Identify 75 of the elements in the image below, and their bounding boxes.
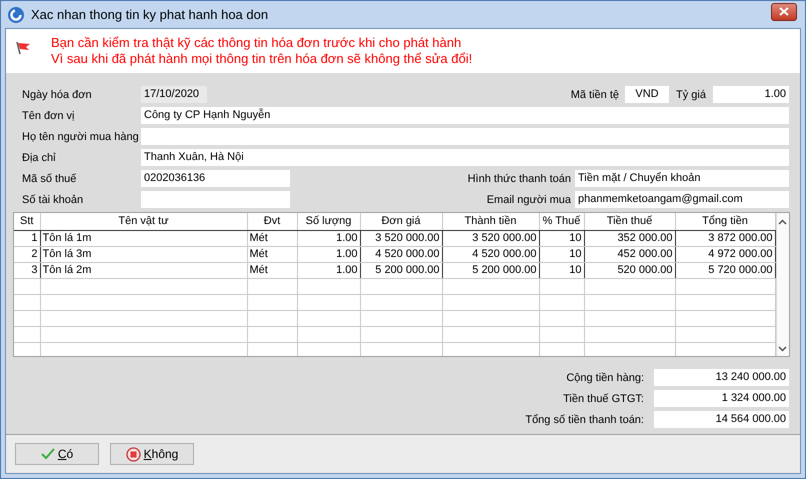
field-label: Ngày hóa đơn	[22, 88, 93, 100]
table-cell: Mét	[247, 262, 297, 278]
table-cell: Tôn lá 2m	[40, 262, 247, 278]
input-field[interactable]	[141, 191, 290, 208]
column-header[interactable]: Đvt	[247, 213, 297, 230]
input-field[interactable]: Tiền mặt / Chuyển khoản	[575, 170, 789, 187]
table-cell: 10	[539, 262, 584, 278]
stop-icon	[126, 446, 141, 462]
table-cell: 1.00	[297, 230, 360, 246]
input-field[interactable]: VND	[625, 86, 670, 103]
field-label: Số tài khoản	[22, 194, 84, 206]
app-logo-icon	[7, 6, 25, 24]
field-label: Email người mua	[486, 194, 571, 206]
column-header[interactable]: Số lượng	[297, 213, 360, 230]
field-label: Tỷ giá	[676, 88, 706, 100]
warning-text: Bạn cần kiểm tra thật kỹ các thông tin hóa đơn trước khi cho phát hành	[51, 35, 462, 51]
field-label: Tên đơn vị	[22, 110, 76, 122]
table-cell: 4 520 000.00	[360, 246, 442, 262]
table-cell: Tôn lá 1m	[40, 230, 247, 246]
input-field[interactable]: 0202036136	[141, 170, 290, 187]
table-cell: Mét	[247, 246, 297, 262]
field-label: Địa chỉ	[22, 152, 57, 164]
table-cell: 2	[14, 246, 40, 262]
field-label: Mã tiền tệ	[570, 88, 620, 100]
input-field[interactable]	[141, 128, 789, 145]
dialog-button[interactable]: Không	[110, 443, 194, 465]
input-field[interactable]: 1.00	[713, 86, 789, 103]
table-cell: 3 520 000.00	[360, 230, 442, 246]
table-cell: 4 520 000.00	[442, 246, 539, 262]
column-header[interactable]: % Thuế	[539, 213, 584, 230]
input-field[interactable]: Công ty CP Hạnh Nguyễn	[141, 107, 789, 124]
field-label: Cộng tiền hàng:	[566, 372, 644, 384]
column-header[interactable]: Stt	[14, 213, 40, 230]
column-header[interactable]: Thành tiền	[442, 213, 539, 230]
close-icon	[779, 7, 789, 16]
field-label: Họ tên người mua hàng	[22, 130, 140, 142]
field-label: Tổng số tiền thanh toán:	[525, 414, 644, 426]
total-field: 14 564 000.00	[654, 411, 789, 428]
total-field: 1 324 000.00	[654, 390, 789, 407]
column-header[interactable]: Tên vật tư	[40, 213, 247, 230]
table-cell: 452 000.00	[584, 246, 675, 262]
table-cell: 4 972 000.00	[675, 246, 775, 262]
window-title: Xac nhan thong tin ky phat hanh hoa don	[31, 7, 270, 22]
scrollbar[interactable]	[776, 213, 789, 356]
checkmark-icon	[40, 448, 55, 460]
column-header[interactable]: Tổng tiền	[675, 213, 775, 230]
field-label: Tiền thuế GTGT:	[563, 392, 644, 404]
table-cell: 1.00	[297, 262, 360, 278]
warning-text: Vì sau khi đã phát hành mọi thông tin trên hóa đơn sẽ không thể sửa đổi!	[51, 51, 472, 67]
flag-icon	[16, 41, 32, 55]
table-cell: 5 720 000.00	[675, 262, 775, 278]
table-cell: 10	[539, 230, 584, 246]
scroll-down-icon[interactable]	[778, 346, 788, 352]
input-field[interactable]: Thanh Xuân, Hà Nội	[141, 149, 789, 166]
column-header[interactable]: Đơn giá	[360, 213, 442, 230]
table-cell: 1.00	[297, 246, 360, 262]
table-cell: 520 000.00	[584, 262, 675, 278]
table-cell: 5 200 000.00	[360, 262, 442, 278]
field-label: Hình thức thanh toán	[468, 172, 571, 184]
table-cell: 3 520 000.00	[442, 230, 539, 246]
table-cell: 1	[14, 230, 40, 246]
input-field[interactable]: phanmemketoangam@gmail.com	[575, 191, 789, 208]
dialog-button[interactable]: Có	[15, 443, 99, 465]
scroll-up-icon[interactable]	[778, 219, 788, 225]
column-header[interactable]: Tiền thuế	[584, 213, 675, 230]
table-cell: Mét	[247, 230, 297, 246]
total-field: 13 240 000.00	[654, 369, 789, 386]
table-cell: 5 200 000.00	[442, 262, 539, 278]
table-cell: 10	[539, 246, 584, 262]
table-cell: 352 000.00	[584, 230, 675, 246]
close-button[interactable]	[771, 2, 797, 20]
field-label: Mã số thuế	[22, 172, 78, 184]
table-cell: 3 872 000.00	[675, 230, 775, 246]
table-cell: 3	[14, 262, 40, 278]
table-cell: Tôn lá 3m	[40, 246, 247, 262]
